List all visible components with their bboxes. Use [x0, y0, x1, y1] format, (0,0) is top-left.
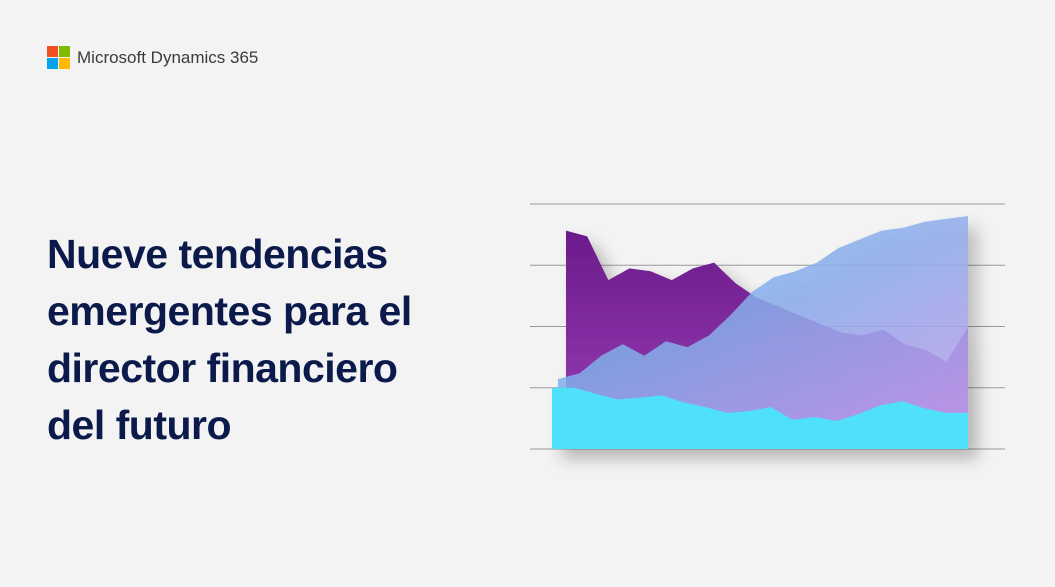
chart-series	[552, 216, 968, 449]
area-chart-illustration	[530, 203, 1005, 450]
